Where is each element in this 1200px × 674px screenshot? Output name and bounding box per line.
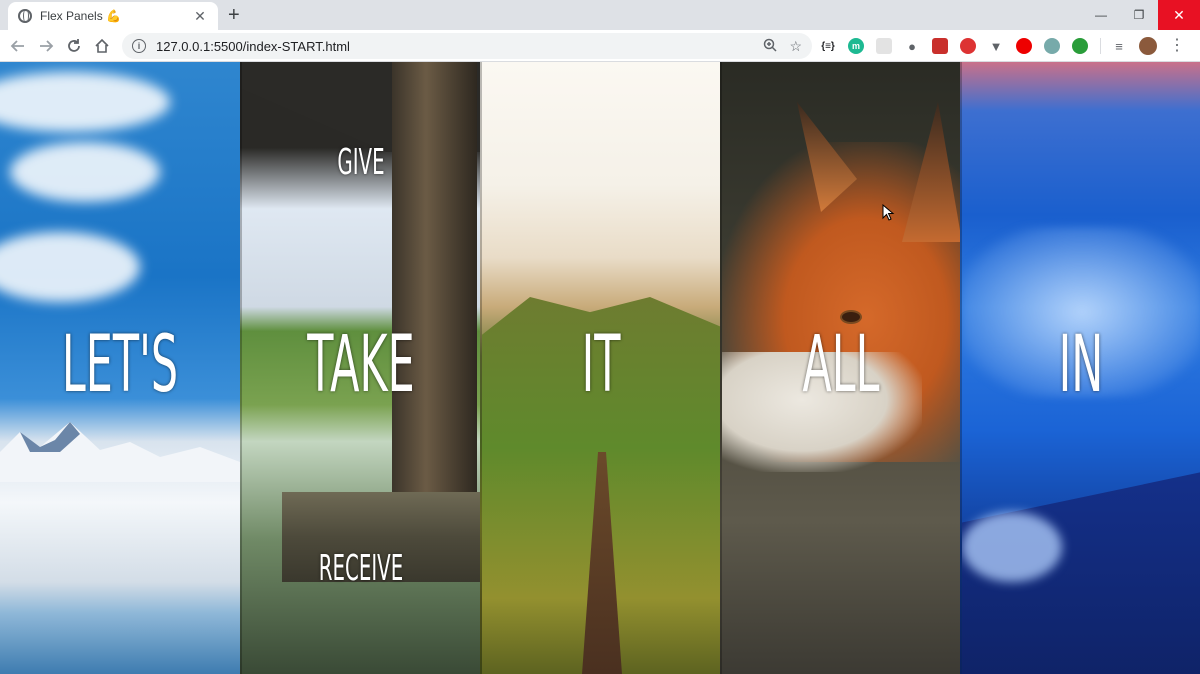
ublock-extension-icon[interactable]	[1016, 38, 1032, 54]
bulb-extension-icon[interactable]: ●	[904, 38, 920, 54]
grid-extension-icon[interactable]	[876, 38, 892, 54]
home-icon[interactable]	[90, 34, 114, 58]
mouse-cursor-icon	[882, 204, 895, 221]
window-controls: — ❐ ✕	[1082, 0, 1200, 30]
mountain-range	[0, 422, 240, 482]
panel-4[interactable]: ALL	[720, 62, 960, 674]
playlist-icon[interactable]: ≡	[1111, 38, 1127, 54]
face-extension-icon[interactable]	[1044, 38, 1060, 54]
zoom-icon[interactable]	[763, 38, 777, 55]
tab-close-icon[interactable]: ✕	[192, 8, 208, 25]
star-icon[interactable]: ☆	[789, 38, 802, 55]
back-arrow-icon[interactable]	[6, 34, 30, 58]
panel-5-main-word: IN	[1058, 320, 1104, 410]
m-extension-icon[interactable]: m	[848, 38, 864, 54]
cloud-decoration	[0, 72, 170, 132]
toolbar-divider	[1100, 38, 1101, 54]
panel-2-bottom-word: RECEIVE	[318, 548, 404, 589]
info-icon[interactable]: i	[132, 39, 146, 53]
panel-1-main-word: LET'S	[61, 320, 179, 410]
extensions-bar: {≡} m ● ▼ ≡ ⋮	[820, 36, 1185, 56]
panel-2[interactable]: GIVE TAKE RECEIVE	[240, 62, 480, 674]
panel-2-main-word: TAKE	[307, 320, 415, 410]
browser-toolbar: i 127.0.0.1:5500/index-START.html ☆ {≡} …	[0, 30, 1200, 62]
panel-3-main-word: IT	[581, 320, 621, 410]
vue-extension-icon[interactable]: ▼	[988, 38, 1004, 54]
address-bar[interactable]: i 127.0.0.1:5500/index-START.html ☆	[122, 33, 812, 59]
minimize-button[interactable]: —	[1082, 0, 1120, 30]
avatar[interactable]	[1139, 37, 1157, 55]
block-extension-icon[interactable]	[960, 38, 976, 54]
url-text[interactable]: 127.0.0.1:5500/index-START.html	[156, 39, 751, 54]
panel-4-main-word: ALL	[802, 320, 880, 410]
cloud-decoration	[10, 142, 160, 202]
new-tab-button[interactable]: +	[228, 4, 240, 26]
browser-tab[interactable]: Flex Panels 💪 ✕	[8, 2, 218, 30]
cloud-decoration	[962, 512, 1062, 582]
tab-title: Flex Panels 💪	[40, 9, 121, 23]
cloud-decoration	[0, 232, 140, 302]
menu-kebab-icon[interactable]: ⋮	[1169, 38, 1185, 54]
json-extension-icon[interactable]: {≡}	[820, 38, 836, 54]
globe-icon	[18, 9, 32, 23]
panel-5[interactable]: IN	[960, 62, 1200, 674]
reload-icon[interactable]	[62, 34, 86, 58]
wooden-post	[392, 62, 477, 492]
green-extension-icon[interactable]	[1072, 38, 1088, 54]
panel-1[interactable]: LET'S	[0, 62, 240, 674]
tab-strip: Flex Panels 💪 ✕ + — ❐ ✕	[0, 0, 1200, 30]
panel-3[interactable]: IT	[480, 62, 720, 674]
restore-button[interactable]: ❐	[1120, 0, 1158, 30]
panel-2-top-word: GIVE	[337, 142, 385, 183]
flex-panels: LET'S GIVE TAKE RECEIVE IT ALL IN	[0, 62, 1200, 674]
close-window-button[interactable]: ✕	[1158, 0, 1200, 30]
red-extension-icon[interactable]	[932, 38, 948, 54]
forward-arrow-icon[interactable]	[34, 34, 58, 58]
